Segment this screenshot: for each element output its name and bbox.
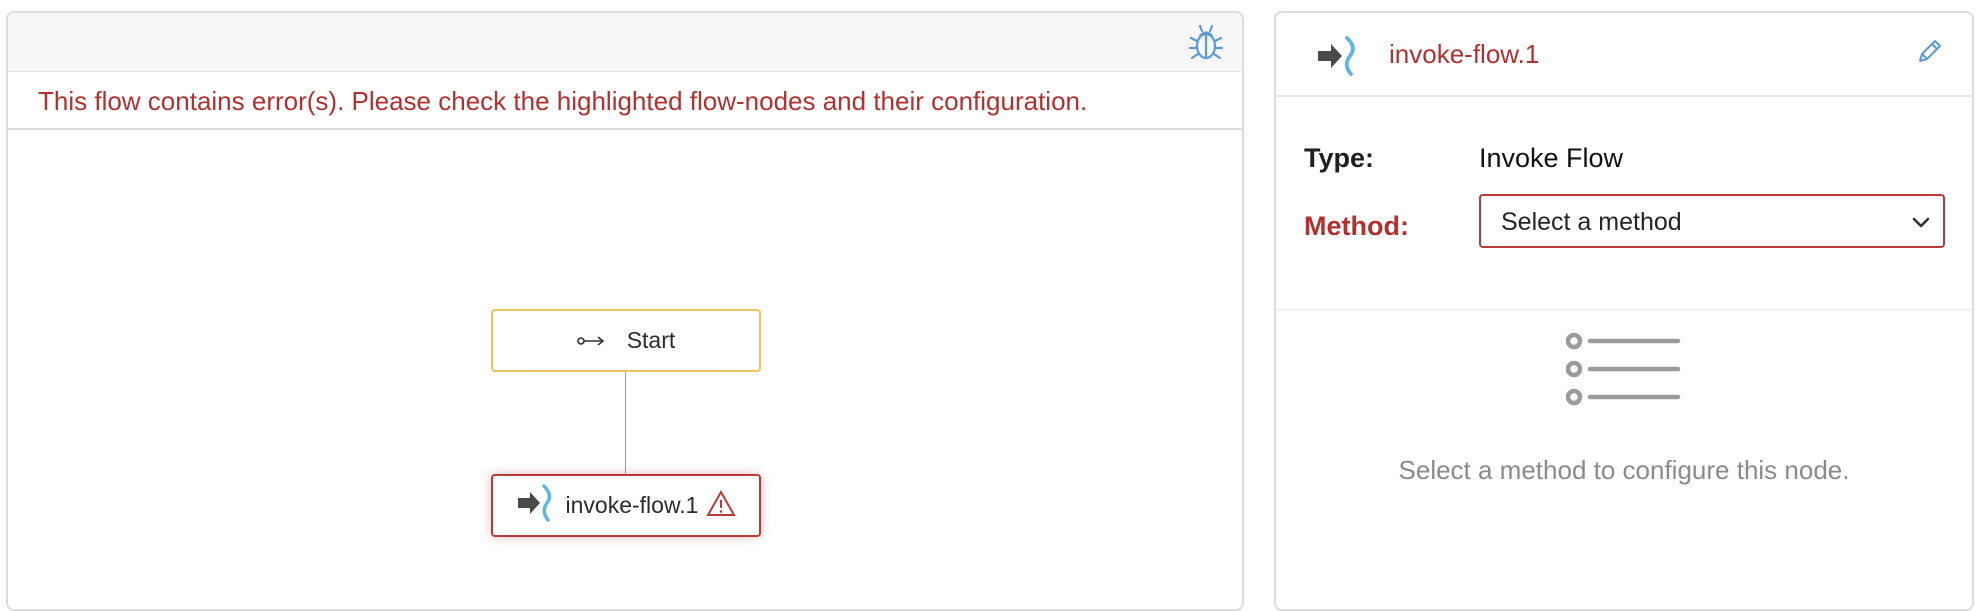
method-select[interactable]: Select a method xyxy=(1479,194,1945,248)
type-value: Invoke Flow xyxy=(1479,143,1624,173)
flow-editor-panel: This flow contains error(s). Please chec… xyxy=(6,11,1244,611)
node-title: invoke-flow.1 xyxy=(1389,39,1540,69)
invoke-flow-icon xyxy=(516,483,556,529)
empty-state-message: Select a method to configure this node. xyxy=(1398,455,1850,485)
invoke-flow-node[interactable]: invoke-flow.1 xyxy=(491,474,761,537)
error-message: This flow contains error(s). Please chec… xyxy=(38,86,1088,116)
chevron-down-icon xyxy=(1909,210,1933,239)
method-label: Method: xyxy=(1304,211,1409,241)
type-label: Type: xyxy=(1304,143,1375,173)
warning-icon xyxy=(706,489,737,523)
flow-canvas[interactable]: Start invoke-flow.1 xyxy=(8,130,1242,609)
invoke-flow-node-label: invoke-flow.1 xyxy=(565,492,699,518)
node-detail-header: invoke-flow.1 xyxy=(1276,13,1972,97)
list-icon xyxy=(1565,329,1686,414)
start-node-label: Start xyxy=(626,327,676,353)
error-banner: This flow contains error(s). Please chec… xyxy=(8,72,1242,130)
node-detail-panel: invoke-flow.1 Type: Invoke Flow Method: … xyxy=(1274,11,1974,611)
pencil-icon[interactable] xyxy=(1914,37,1944,72)
node-connector xyxy=(625,372,626,474)
start-node[interactable]: Start xyxy=(491,309,761,372)
section-divider xyxy=(1276,309,1972,311)
start-arrow-icon xyxy=(576,328,605,354)
flow-toolbar xyxy=(8,13,1242,72)
method-select-value: Select a method xyxy=(1501,208,1682,236)
invoke-flow-icon xyxy=(1316,35,1360,82)
bug-icon[interactable] xyxy=(1188,23,1224,63)
